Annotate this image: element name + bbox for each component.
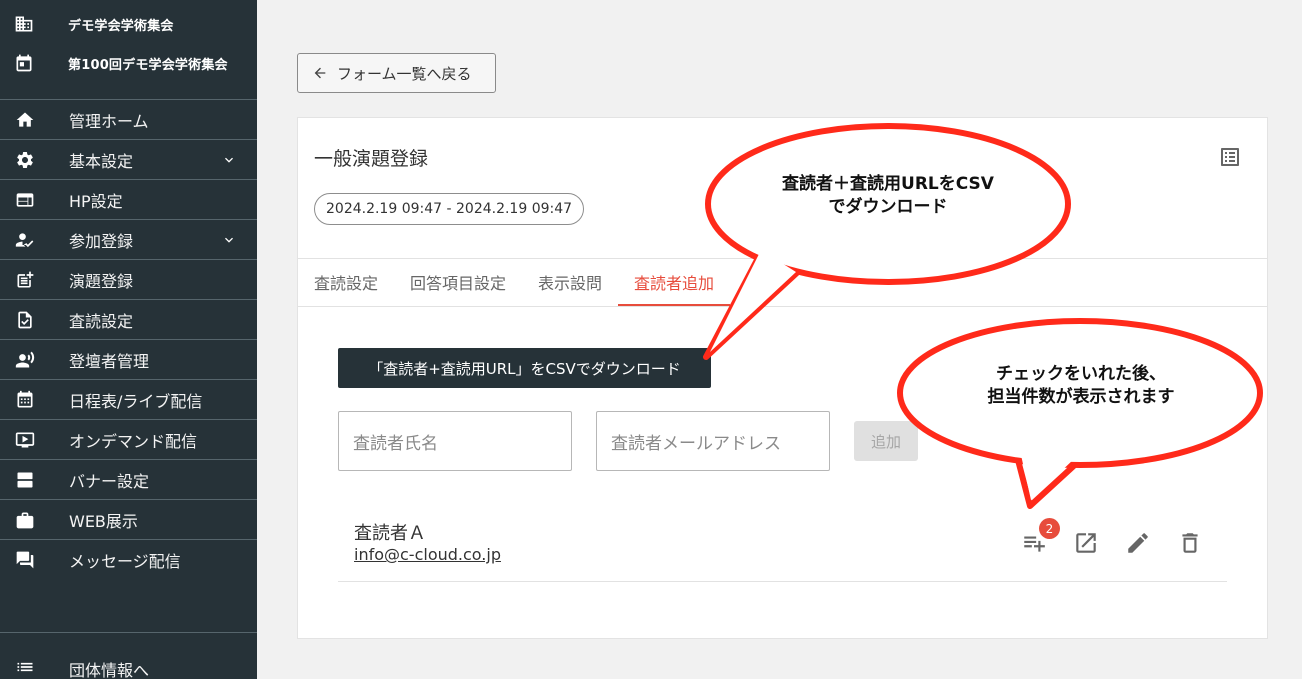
csv-callout-line1: 査読者＋査読用URLをCSV xyxy=(782,174,994,194)
date-range-chip: 2024.2.19 09:47 - 2024.2.19 09:47 xyxy=(314,193,585,225)
post-add-icon xyxy=(17,271,34,288)
home-icon xyxy=(16,112,34,127)
people-icon xyxy=(15,351,35,368)
sidebar-item-label: WEB展示 xyxy=(69,511,138,531)
sidebar-item-label: オンデマンド配信 xyxy=(69,431,198,451)
divider xyxy=(298,306,1267,307)
chat-icon xyxy=(16,551,34,569)
person-check-icon xyxy=(15,233,34,248)
sidebar-item-label: バナー設定 xyxy=(69,471,150,491)
tab-add-reviewer[interactable]: 査読者追加 xyxy=(634,258,714,306)
event-header: 第100回デモ学会学術集会 xyxy=(0,43,257,83)
arrow-left-icon xyxy=(314,67,326,79)
sidebar-item-label: HP設定 xyxy=(69,191,123,211)
count-callout-text: チェックをいれた後、 担当件数が表示されます xyxy=(931,363,1231,409)
sidebar-item-label: 演題登録 xyxy=(69,271,134,291)
event-calendar-icon xyxy=(16,54,32,72)
sidebar-item-registration[interactable]: 参加登録 xyxy=(0,219,257,259)
tab-review-settings[interactable]: 査読設定 xyxy=(314,258,378,306)
csv-callout-line2: でダウンロード xyxy=(828,197,948,217)
tab-answer-items[interactable]: 回答項目設定 xyxy=(410,258,506,306)
edit-icon[interactable] xyxy=(1125,530,1151,556)
sidebar-item-label: メッセージ配信 xyxy=(69,551,181,571)
count-callout-line2: 担当件数が表示されます xyxy=(987,387,1175,407)
video-icon xyxy=(15,432,35,448)
sidebar-item-label: 参加登録 xyxy=(69,231,134,251)
chevron-down-icon xyxy=(225,157,233,163)
banner-icon xyxy=(17,472,33,488)
csv-callout-text: 査読者＋査読用URLをCSV でダウンロード xyxy=(738,173,1038,219)
sidebar: デモ学会学術集会 第100回デモ学会学術集会 管理ホーム 基本設定 HP設定 参… xyxy=(0,0,257,679)
sidebar-item-schedule[interactable]: 日程表/ライブ配信 xyxy=(0,379,257,419)
chevron-down-icon xyxy=(225,237,233,243)
add-reviewer-button[interactable]: 追加 xyxy=(854,421,918,461)
sidebar-item-label: 基本設定 xyxy=(69,151,134,171)
org-name: デモ学会学術集会 xyxy=(68,18,174,34)
sidebar-item-label: 管理ホーム xyxy=(69,111,149,131)
sidebar-item-web-exhibit[interactable]: WEB展示 xyxy=(0,499,257,539)
event-name: 第100回デモ学会学術集会 xyxy=(68,57,228,73)
delete-icon[interactable] xyxy=(1177,530,1203,556)
reviewer-name-input[interactable]: 査読者氏名 xyxy=(338,411,572,471)
sidebar-item-messages[interactable]: メッセージ配信 xyxy=(0,539,257,579)
row-divider xyxy=(338,581,1227,582)
briefcase-icon xyxy=(16,512,34,529)
sidebar-item-basic-settings[interactable]: 基本設定 xyxy=(0,139,257,179)
sidebar-item-speakers[interactable]: 登壇者管理 xyxy=(0,339,257,379)
open-in-new-icon[interactable] xyxy=(1073,530,1099,556)
sidebar-item-abstract[interactable]: 演題登録 xyxy=(0,259,257,299)
back-to-forms-button[interactable]: フォーム一覧へ戻る xyxy=(297,53,496,93)
tab-display-questions[interactable]: 表示設問 xyxy=(538,258,602,306)
sidebar-item-hp-settings[interactable]: HP設定 xyxy=(0,179,257,219)
assigned-count-badge: 2 xyxy=(1039,518,1060,539)
list-icon xyxy=(17,662,33,672)
list-alt-icon[interactable] xyxy=(1218,145,1242,169)
web-icon xyxy=(16,193,34,207)
sidebar-item-label: 登壇者管理 xyxy=(69,351,150,371)
csv-download-button[interactable]: 「査読者+査読用URL」をCSVでダウンロード xyxy=(338,348,711,388)
sidebar-item-banner[interactable]: バナー設定 xyxy=(0,459,257,499)
count-callout-line1: チェックをいれた後、 xyxy=(996,364,1166,384)
sidebar-item-home[interactable]: 管理ホーム xyxy=(0,99,257,139)
sidebar-item-org-info[interactable]: 団体情報へ xyxy=(0,632,257,679)
sidebar-item-label: 査読設定 xyxy=(69,311,134,331)
back-button-label: フォーム一覧へ戻る xyxy=(337,64,472,83)
calendar-icon xyxy=(17,390,33,408)
sidebar-item-on-demand[interactable]: オンデマンド配信 xyxy=(0,419,257,459)
form-title: 一般演題登録 xyxy=(314,148,429,170)
sidebar-item-label: 日程表/ライブ配信 xyxy=(69,391,203,411)
reviewer-name: 査読者Ａ xyxy=(354,523,426,544)
building-icon xyxy=(15,16,33,32)
document-check-icon xyxy=(18,311,32,329)
reviewer-email-link[interactable]: info@c-cloud.co.jp xyxy=(354,545,501,564)
gear-icon xyxy=(17,152,33,168)
sidebar-item-label: 団体情報へ xyxy=(69,661,150,679)
reviewer-email-input[interactable]: 査読者メールアドレス xyxy=(596,411,830,471)
org-header: デモ学会学術集会 xyxy=(0,4,257,44)
sidebar-item-review-settings[interactable]: 査読設定 xyxy=(0,299,257,339)
